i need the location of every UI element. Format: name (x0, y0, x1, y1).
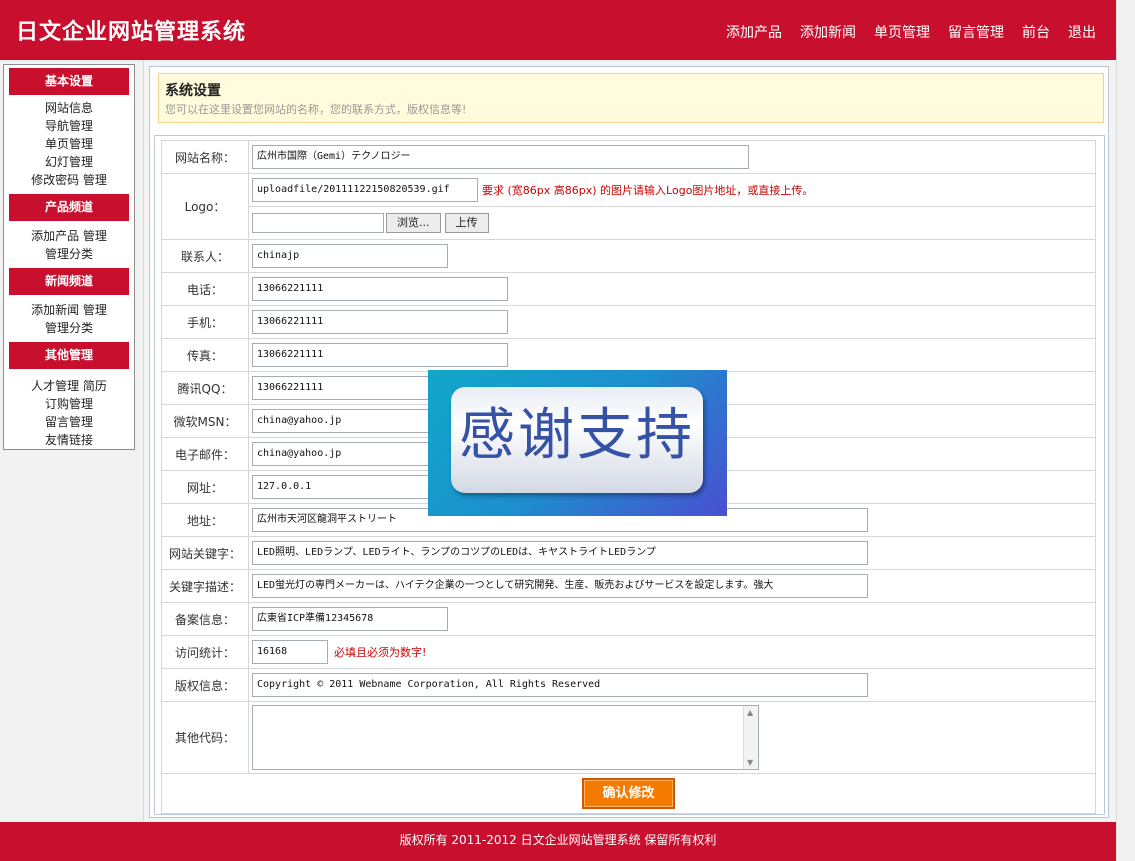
window-scrollbar[interactable] (1116, 0, 1135, 861)
address-label: 地址： (161, 503, 249, 537)
sidebar-item-orders[interactable]: 订购管理 (4, 395, 134, 413)
contact-input[interactable]: chinajp (252, 244, 448, 268)
sidebar-item-messages[interactable]: 留言管理 (4, 413, 134, 431)
fax-label: 传真： (161, 338, 249, 372)
sidebar: 基本设置 网站信息 导航管理 单页管理 幻灯管理 修改密码 管理 产品频道 添加… (3, 64, 135, 450)
submit-row: 确认修改 (161, 773, 1096, 814)
logo-label: Logo： (161, 173, 249, 240)
sidebar-item-nav[interactable]: 导航管理 (4, 117, 134, 135)
sidebar-item-news-categories[interactable]: 管理分类 (4, 319, 134, 337)
sidebar-item-add-news[interactable]: 添加新闻 管理 (4, 301, 134, 319)
logo-file-input[interactable] (252, 213, 384, 233)
sidebar-item-add-product[interactable]: 添加产品 管理 (4, 227, 134, 245)
thanks-overlay[interactable]: 感谢支持 (428, 370, 727, 516)
site-name-input[interactable]: 広州市国際（Gemi）テクノロジー (252, 145, 749, 169)
phone-input[interactable]: 13066221111 (252, 277, 508, 301)
sidebar-item-links[interactable]: 友情链接 (4, 431, 134, 449)
footer-copyright: 版权所有 2011-2012 日文企业网站管理系统 保留所有权利 (399, 833, 717, 847)
icp-label: 备案信息： (161, 602, 249, 636)
sidebar-item-password[interactable]: 修改密码 管理 (4, 171, 134, 189)
confirm-button[interactable]: 确认修改 (582, 778, 675, 809)
sidebar-section-products: 产品频道 (9, 194, 129, 221)
scroll-down-icon[interactable]: ▼ (747, 758, 753, 767)
thanks-card: 感谢支持 (451, 387, 703, 493)
stats-label: 访问统计： (161, 635, 249, 669)
stats-input[interactable]: 16168 (252, 640, 328, 664)
description-input[interactable]: LED蛍光灯の専門メーカーは、ハイテク企業の一つとして研究開発、生産、販売および… (252, 574, 868, 598)
nav-logout[interactable]: 退出 (1068, 22, 1096, 42)
logo-requirement-note: 要求 (宽86px 高86px) 的图片请输入Logo图片地址，或直接上传。 (482, 184, 814, 197)
site-name-label: 网站名称： (161, 140, 249, 174)
page-title: 系统设置 (165, 83, 221, 99)
nav-frontend[interactable]: 前台 (1022, 22, 1050, 42)
url-label: 网址： (161, 470, 249, 504)
phone-label: 电话： (161, 272, 249, 306)
site-title: 日文企业网站管理系统 (16, 19, 247, 45)
keywords-label: 网站关键字： (161, 536, 249, 570)
nav-add-news[interactable]: 添加新闻 (800, 22, 856, 42)
top-nav: 添加产品 添加新闻 单页管理 留言管理 前台 退出 (726, 22, 1096, 42)
icp-input[interactable]: 広東省ICP準備12345678 (252, 607, 448, 631)
fax-input[interactable]: 13066221111 (252, 343, 508, 367)
thanks-text: 感谢支持 (459, 403, 695, 468)
upload-button[interactable]: 上传 (444, 213, 489, 233)
sidebar-item-pages[interactable]: 单页管理 (4, 135, 134, 153)
sidebar-item-site-info[interactable]: 网站信息 (4, 99, 134, 117)
keywords-input[interactable]: LED照明、LEDランプ、LEDライト、ランプのコツプのLEDは、キヤストライト… (252, 541, 868, 565)
nav-message-management[interactable]: 留言管理 (948, 22, 1004, 42)
mobile-label: 手机： (161, 305, 249, 339)
left-column: 基本设置 网站信息 导航管理 单页管理 幻灯管理 修改密码 管理 产品频道 添加… (0, 60, 144, 822)
sidebar-section-other: 其他管理 (9, 342, 129, 369)
mobile-input[interactable]: 13066221111 (252, 310, 508, 334)
contact-label: 联系人： (161, 239, 249, 273)
header: 日文企业网站管理系统 添加产品 添加新闻 单页管理 留言管理 前台 退出 (0, 0, 1116, 60)
textarea-scrollbar[interactable]: ▲ ▼ (743, 706, 758, 769)
sidebar-item-product-categories[interactable]: 管理分类 (4, 245, 134, 263)
sidebar-section-news: 新闻频道 (9, 268, 129, 295)
info-box: 系统设置 您可以在这里设置您网站的名称，您的联系方式，版权信息等! (158, 73, 1104, 123)
copyright-label: 版权信息： (161, 668, 249, 702)
scroll-up-icon[interactable]: ▲ (747, 708, 753, 717)
sidebar-item-talent[interactable]: 人才管理 简历 (4, 377, 134, 395)
footer: 版权所有 2011-2012 日文企业网站管理系统 保留所有权利 (0, 822, 1116, 861)
stats-note: 必填且必须为数字! (334, 646, 427, 659)
sidebar-item-slides[interactable]: 幻灯管理 (4, 153, 134, 171)
sidebar-section-basic: 基本设置 (9, 68, 129, 95)
copyright-input[interactable]: Copyright © 2011 Webname Corporation, Al… (252, 673, 868, 697)
email-label: 电子邮件： (161, 437, 249, 471)
other-code-label: 其他代码： (161, 701, 249, 774)
msn-label: 微软MSN： (161, 404, 249, 438)
nav-add-product[interactable]: 添加产品 (726, 22, 782, 42)
logo-path-input[interactable]: uploadfile/20111122150820539.gif (252, 178, 478, 202)
browse-button[interactable]: 浏览... (386, 213, 441, 233)
qq-label: 腾讯QQ： (161, 371, 249, 405)
nav-page-management[interactable]: 单页管理 (874, 22, 930, 42)
description-label: 关键字描述： (161, 569, 249, 603)
page-description: 您可以在这里设置您网站的名称，您的联系方式，版权信息等! (165, 103, 467, 116)
other-code-textarea[interactable]: ▲ ▼ (252, 705, 759, 770)
